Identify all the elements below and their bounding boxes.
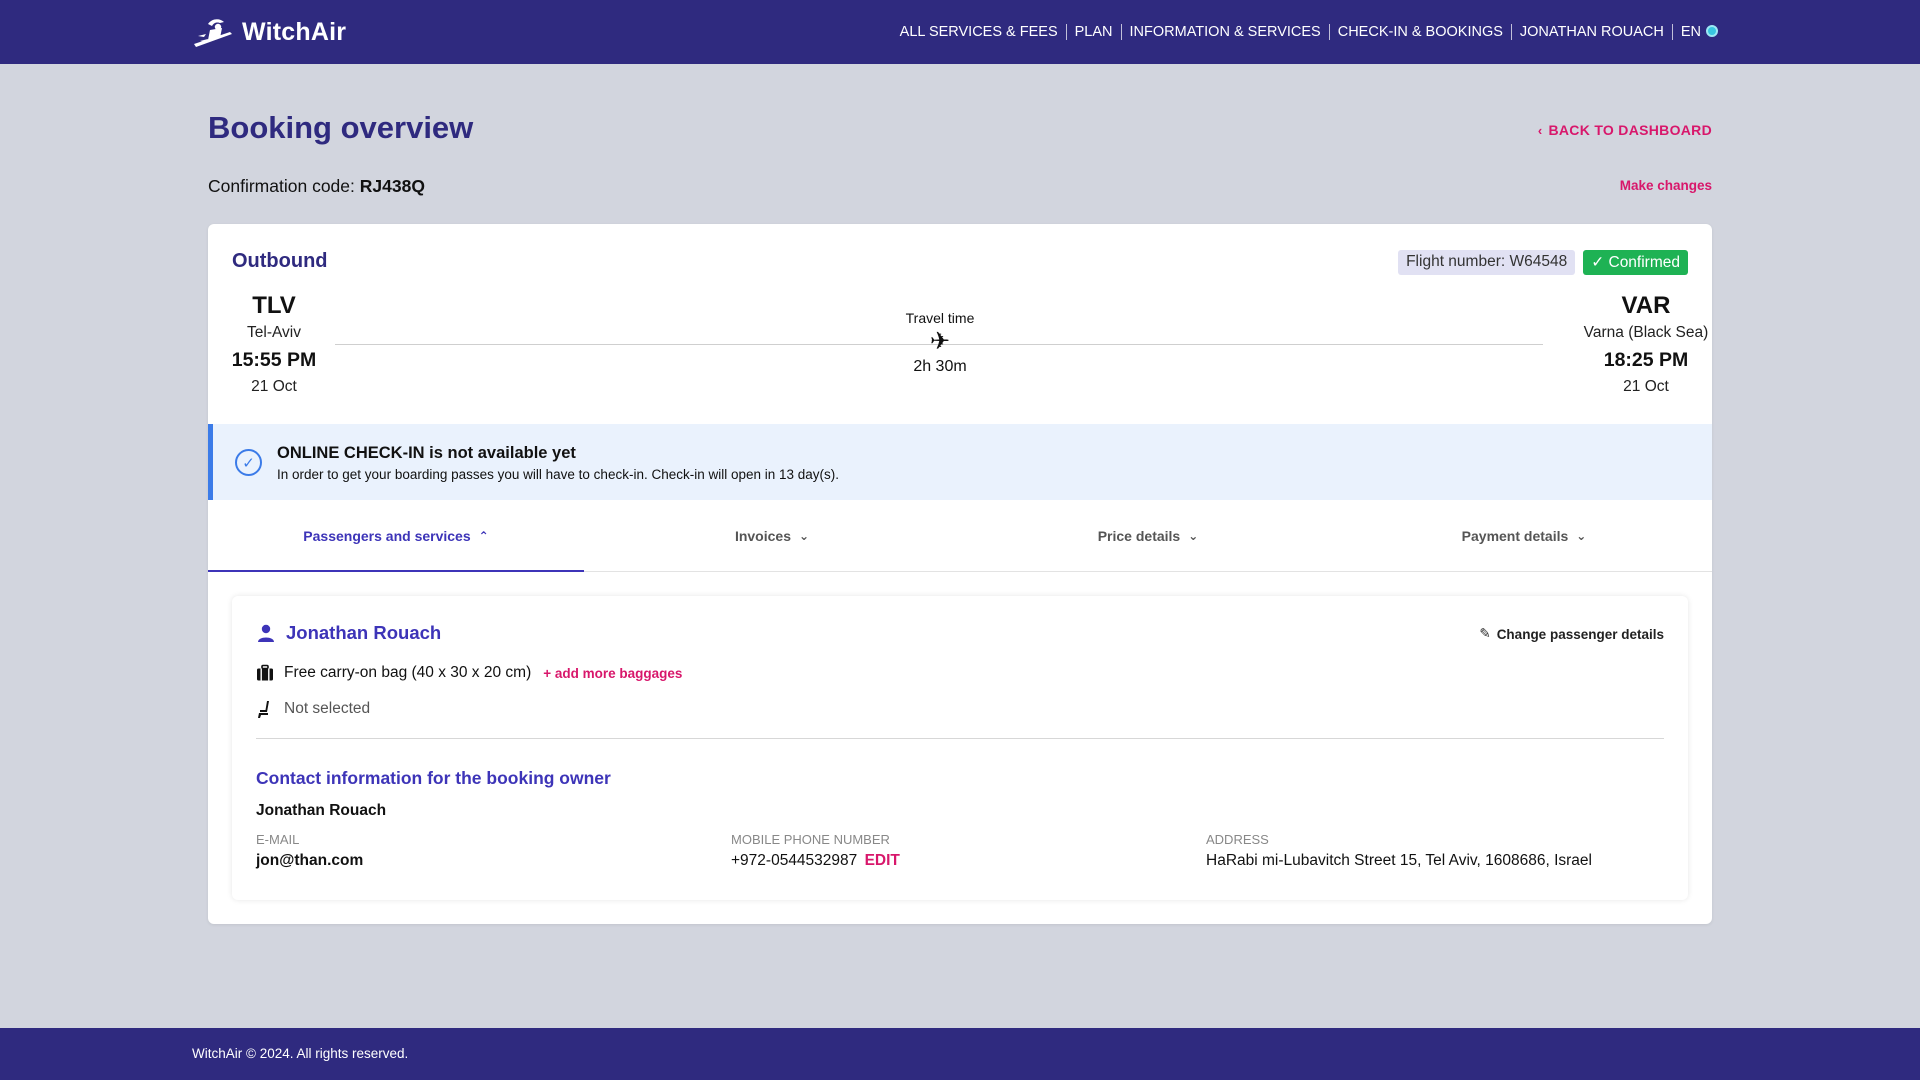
chevron-up-icon: ⌃ — [478, 528, 489, 543]
contact-title: Contact information for the booking owne… — [256, 768, 611, 788]
confirmation-label: Confirmation code: — [208, 176, 355, 196]
tab-invoices[interactable]: Invoices ⌄ — [584, 500, 960, 571]
booking-card: Outbound Flight number: W64548 ✓ Confirm… — [208, 224, 1712, 924]
travel-time: Travel time ✈ 2h 30m — [840, 310, 1040, 376]
tab-label: Passengers and services — [303, 527, 471, 544]
tab-label: Payment details — [1461, 527, 1569, 544]
departure-date: 21 Oct — [251, 378, 297, 395]
chevron-down-icon: ⌄ — [1188, 528, 1199, 543]
phone-row: +972-0544532987 EDIT — [731, 852, 900, 870]
nav-user-account[interactable]: JONATHAN ROUACH — [1512, 23, 1672, 41]
baggage-row: Free carry-on bag (40 x 30 x 20 cm) + ad… — [256, 664, 682, 682]
top-navbar: WitchAir ALL SERVICES & FEES PLAN INFORM… — [0, 0, 1920, 64]
tab-passengers-and-services[interactable]: Passengers and services ⌃ — [208, 500, 584, 572]
email-label: E-MAIL — [256, 832, 300, 847]
flight-badges: Flight number: W64548 ✓ Confirmed — [1398, 250, 1688, 275]
confirmation-code: Confirmation code: RJ438Q — [208, 176, 425, 197]
airplane-icon: ✈ — [929, 328, 951, 355]
travel-duration: 2h 30m — [913, 358, 967, 375]
passenger-panel: Jonathan Rouach ✎ Change passenger detai… — [232, 596, 1688, 900]
language-selector[interactable]: EN — [1673, 23, 1726, 41]
phone-label: MOBILE PHONE NUMBER — [731, 832, 890, 847]
address-label: ADDRESS — [1206, 832, 1269, 847]
status-badge: ✓ Confirmed — [1583, 250, 1688, 275]
divider — [256, 738, 1664, 739]
checkin-notice-text: In order to get your boarding passes you… — [277, 467, 840, 482]
checkin-notice-title: ONLINE CHECK-IN is not available yet — [277, 444, 576, 462]
tab-label: Invoices — [734, 527, 791, 544]
booking-tabs: Passengers and services ⌃ Invoices ⌄ Pri… — [208, 500, 1712, 572]
arrival-time: 18:25 PM — [1603, 349, 1689, 371]
witch-logo-icon — [194, 19, 232, 47]
flight-direction: Outbound — [232, 250, 328, 272]
phone-value: +972-0544532987 — [731, 852, 858, 869]
language-label: EN — [1680, 24, 1701, 40]
flight-number-badge: Flight number: W64548 — [1398, 250, 1576, 275]
add-baggage-link[interactable]: + add more baggages — [543, 666, 682, 681]
check-circle-icon: ✓ — [235, 449, 262, 476]
page-title: Booking overview — [208, 110, 474, 145]
nav-information-services[interactable]: INFORMATION & SERVICES — [1122, 23, 1329, 41]
chevron-left-icon: ‹ — [1537, 123, 1543, 138]
back-label: BACK TO DASHBOARD — [1548, 122, 1712, 138]
seat-text: Not selected — [284, 700, 371, 717]
departure-city: Tel-Aviv — [247, 324, 301, 341]
arrival-city: Varna (Black Sea) — [1583, 324, 1709, 341]
departure-time: 15:55 PM — [231, 349, 317, 371]
pencil-icon: ✎ — [1479, 626, 1491, 641]
tab-price-details[interactable]: Price details ⌄ — [960, 500, 1336, 571]
passenger-name: Jonathan Rouach — [256, 622, 441, 644]
email-value: jon@than.com — [256, 852, 364, 869]
phone-column: MOBILE PHONE NUMBER +972-0544532987 EDIT — [731, 832, 900, 870]
departure-code: TLV — [252, 292, 296, 319]
nav-all-services[interactable]: ALL SERVICES & FEES — [892, 23, 1066, 41]
passenger-name-text: Jonathan Rouach — [286, 622, 442, 643]
logo-text: WitchAir — [242, 17, 347, 46]
chevron-down-icon: ⌄ — [1576, 528, 1587, 543]
back-to-dashboard-link[interactable]: ‹ BACK TO DASHBOARD — [1538, 122, 1712, 138]
footer-copyright: WitchAir © 2024. All rights reserved. — [192, 1046, 409, 1061]
logo-link[interactable]: WitchAir — [190, 14, 346, 50]
arrival-date: 21 Oct — [1623, 378, 1669, 395]
address-value: HaRabi mi-Lubavitch Street 15, Tel Aviv,… — [1206, 852, 1592, 869]
edit-phone-button[interactable]: EDIT — [865, 852, 900, 869]
luggage-icon — [257, 664, 273, 681]
departure-airport: TLV Tel-Aviv 15:55 PM 21 Oct — [208, 292, 340, 396]
tab-payment-details[interactable]: Payment details ⌄ — [1336, 500, 1712, 571]
travel-time-label: Travel time — [905, 310, 975, 326]
arrival-code: VAR — [1621, 292, 1671, 319]
change-passenger-label: Change passenger details — [1496, 626, 1664, 642]
user-icon — [258, 624, 274, 642]
globe-icon — [1706, 25, 1718, 37]
nav-checkin-bookings[interactable]: CHECK-IN & BOOKINGS — [1330, 23, 1511, 41]
make-changes-link[interactable]: Make changes — [1620, 178, 1712, 193]
footer: WitchAir © 2024. All rights reserved. — [0, 1028, 1920, 1080]
seat-icon — [258, 701, 269, 718]
seat-row: Not selected — [256, 700, 370, 718]
address-column: ADDRESS HaRabi mi-Lubavitch Street 15, T… — [1206, 832, 1592, 870]
nav-plan[interactable]: PLAN — [1067, 23, 1121, 41]
email-column: E-MAIL jon@than.com — [256, 832, 363, 870]
chevron-down-icon: ⌄ — [798, 528, 810, 543]
change-passenger-details-button[interactable]: ✎ Change passenger details — [1479, 626, 1664, 642]
contact-name: Jonathan Rouach — [256, 802, 387, 819]
tab-label: Price details — [1097, 527, 1181, 544]
arrival-airport: VAR Varna (Black Sea) 18:25 PM 21 Oct — [1580, 292, 1712, 396]
checkin-notice: ✓ ONLINE CHECK-IN is not available yet I… — [208, 424, 1712, 500]
baggage-text: Free carry-on bag (40 x 30 x 20 cm) — [284, 664, 532, 681]
main-nav: ALL SERVICES & FEES PLAN INFORMATION & S… — [892, 0, 1726, 64]
confirmation-code-value: RJ438Q — [359, 176, 425, 196]
